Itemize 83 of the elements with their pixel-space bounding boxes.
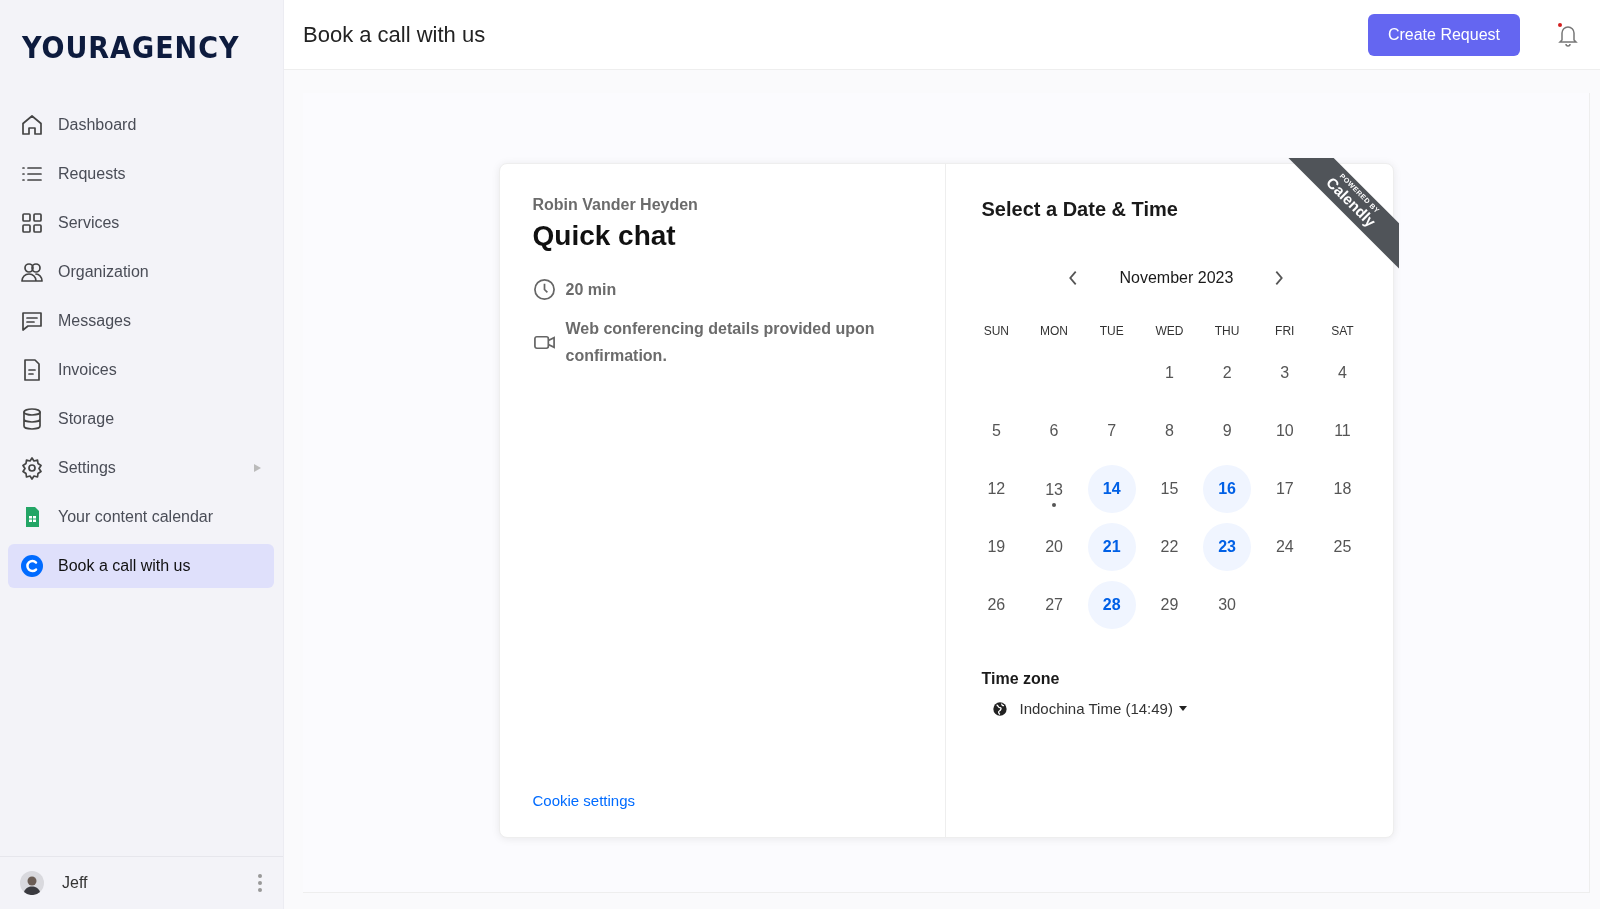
day-number: 22 [1160, 538, 1179, 556]
host-name: Robin Vander Heyden [532, 196, 699, 214]
nav-label: Your content calendar [58, 508, 215, 526]
nav-item[interactable]: Your content calendar [8, 495, 274, 539]
nav-item[interactable]: Invoices [8, 348, 274, 392]
calendly-icon [20, 554, 44, 578]
day-number: 2 [1222, 364, 1232, 382]
month-label: November 2023 [1119, 269, 1234, 287]
available-day[interactable]: 21 [1087, 523, 1136, 571]
nav-item[interactable]: Storage [8, 397, 274, 441]
day-number: 18 [1333, 480, 1352, 498]
day-number: 5 [991, 422, 1001, 440]
location-text: Web conferencing details provided upon confirmation. [565, 319, 876, 366]
logo[interactable]: YOURAGENCY [22, 30, 240, 66]
caret-icon [1178, 706, 1187, 711]
database-icon [20, 407, 44, 431]
weekday-label: SUN [982, 324, 1010, 340]
day-number: 7 [1107, 422, 1117, 440]
timezone-select[interactable]: Indochina Time (14:49) [991, 700, 1372, 717]
weekday-label: MON [1039, 324, 1070, 340]
nav-label: Messages [58, 312, 132, 330]
day-number: 29 [1160, 596, 1179, 614]
nav-item[interactable]: Settings [8, 446, 274, 490]
day-number: 17 [1275, 480, 1294, 498]
day-number: 9 [1222, 422, 1232, 440]
calendar-heading: Select a Date & Time [981, 198, 1178, 221]
day-number: 25 [1333, 538, 1352, 556]
nav-item[interactable]: Messages [8, 299, 274, 343]
day-number: 20 [1045, 538, 1063, 556]
page-title: Book a call with us [303, 21, 486, 48]
weekday-label: FRI [1274, 324, 1296, 340]
more-options-icon[interactable] [257, 873, 263, 893]
day-number: 24 [1275, 538, 1294, 556]
settings-icon [20, 456, 44, 480]
nav-item[interactable]: Dashboard [8, 103, 274, 147]
day-number: 15 [1160, 480, 1179, 498]
day-number: 8 [1164, 422, 1174, 440]
nav-item[interactable]: Services [8, 201, 274, 245]
timezone-label: Time zone [981, 670, 1061, 688]
event-title: Quick chat [532, 220, 677, 252]
avatar [20, 871, 44, 895]
nav-label: Settings [58, 459, 117, 477]
weekday-label: WED [1154, 324, 1185, 340]
nav-label: Services [58, 214, 121, 232]
weekday-label: THU [1213, 324, 1241, 340]
clock-icon [532, 278, 556, 301]
nav-label: Storage [58, 410, 116, 428]
available-day[interactable]: 28 [1087, 581, 1136, 629]
available-day[interactable]: 14 [1087, 465, 1136, 513]
create-request-button[interactable]: Create Request [1367, 13, 1520, 56]
notification-bell-icon[interactable] [1556, 21, 1580, 48]
day-number: 27 [1045, 596, 1063, 614]
grid-icon [20, 211, 44, 235]
nav-label: Dashboard [58, 116, 138, 134]
day-number: 30 [1218, 596, 1236, 614]
nav-item[interactable]: Requests [8, 152, 274, 196]
day-number: 11 [1334, 422, 1351, 440]
day-number: 26 [987, 596, 1006, 614]
nav-label: Book a call with us [58, 557, 192, 575]
globe-icon [991, 700, 1008, 717]
chat-icon [20, 309, 44, 333]
day-number: 13 [1045, 471, 1063, 507]
available-day[interactable]: 16 [1203, 465, 1252, 513]
cookie-settings-link[interactable]: Cookie settings [532, 792, 636, 809]
user-name: Jeff [62, 874, 89, 892]
nav-label: Requests [58, 165, 127, 183]
weekday-label: TUE [1098, 324, 1125, 340]
day-number: 1 [1164, 364, 1174, 382]
home-icon [20, 113, 44, 137]
nav-label: Invoices [58, 361, 118, 379]
available-day[interactable]: 23 [1203, 523, 1252, 571]
day-number: 3 [1280, 364, 1290, 382]
day-number: 12 [987, 480, 1006, 498]
nav-item[interactable]: Book a call with us [8, 544, 274, 588]
nav-item[interactable]: Organization [8, 250, 274, 294]
people-icon [20, 260, 44, 284]
day-number: 19 [987, 538, 1006, 556]
day-number: 6 [1049, 422, 1059, 440]
weekday-label: SAT [1330, 324, 1355, 340]
day-number: 10 [1275, 422, 1294, 440]
nav-label: Organization [58, 263, 150, 281]
duration: 20 min [565, 280, 617, 300]
day-number: 4 [1338, 364, 1347, 382]
